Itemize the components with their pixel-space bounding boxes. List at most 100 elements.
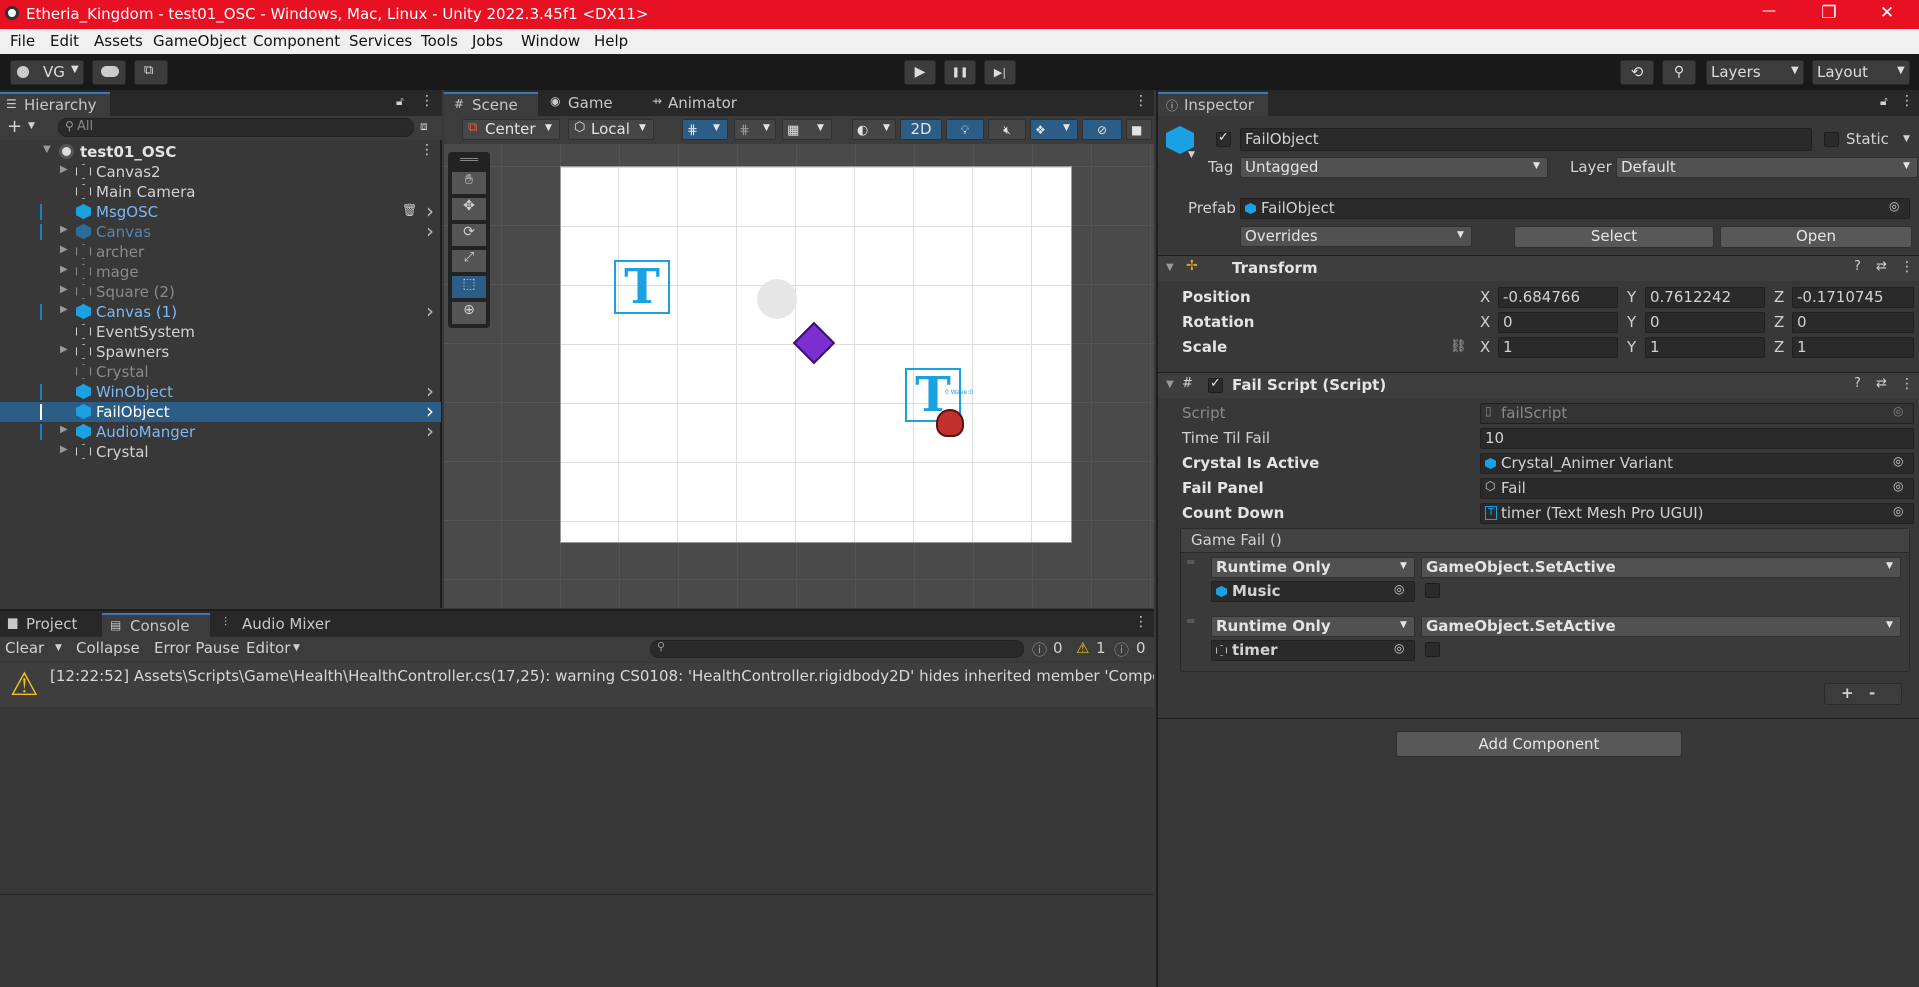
axis-z-label[interactable]: Z bbox=[1774, 313, 1784, 331]
expand-arrow-icon[interactable]: ▶ bbox=[60, 264, 68, 275]
menu-gameobject[interactable]: GameObject bbox=[153, 32, 247, 50]
rotation-x-input[interactable]: 0 bbox=[1498, 312, 1618, 333]
grid-snap-button[interactable]: ⋕ ▼ bbox=[682, 119, 728, 140]
hierarchy-item[interactable]: ▶ Crystal bbox=[0, 442, 441, 462]
hierarchy-item[interactable]: ▶ AudioManger › bbox=[0, 419, 441, 443]
pause-button[interactable]: ❚❚ bbox=[944, 60, 976, 85]
constrain-scale-icon[interactable]: ⛓︎ bbox=[1450, 339, 1467, 354]
static-checkbox[interactable] bbox=[1824, 132, 1839, 147]
expand-arrow-icon[interactable]: ▶ bbox=[60, 444, 68, 455]
expand-arrow-icon[interactable]: ▶ bbox=[60, 164, 68, 175]
more-icon[interactable]: ⋮ bbox=[1900, 93, 1914, 109]
hierarchy-item[interactable]: WinObject › bbox=[0, 379, 441, 403]
menu-help[interactable]: Help bbox=[594, 32, 628, 50]
more-icon[interactable]: ⋮ bbox=[420, 93, 434, 109]
chevron-down-icon[interactable]: ▼ bbox=[28, 121, 35, 131]
event-drag-handle[interactable]: ═ bbox=[1187, 614, 1194, 628]
scale-x-input[interactable]: 1 bbox=[1498, 337, 1618, 358]
info-count-icon[interactable]: ⓘ bbox=[1032, 639, 1047, 660]
step-button[interactable]: ▶| bbox=[984, 60, 1016, 85]
error-count-icon[interactable]: ⓘ bbox=[1114, 639, 1129, 660]
menu-edit[interactable]: Edit bbox=[50, 32, 79, 50]
event-drag-handle[interactable]: ═ bbox=[1187, 555, 1194, 569]
scene-viewport[interactable]: ✋︎ ✥ ⟳ ⤢ ⬚ ⊕ T T 0 Wave:0 bbox=[444, 144, 1154, 608]
remove-event-button[interactable]: - bbox=[1869, 684, 1875, 702]
menu-jobs[interactable]: Jobs bbox=[472, 32, 503, 50]
tab-hierarchy[interactable]: ☰ Hierarchy bbox=[0, 92, 110, 116]
space-dropdown[interactable]: ⬡ Local ▼ bbox=[568, 119, 654, 140]
console-search-input[interactable]: ⚲ bbox=[650, 640, 1024, 658]
position-y-input[interactable]: 0.7612242 bbox=[1645, 287, 1765, 308]
fail-script-header[interactable]: ▼ # Fail Script (Script) ? ⇄ ⋮ bbox=[1158, 372, 1919, 398]
tab-project[interactable]: ▆ Project bbox=[0, 615, 77, 639]
hierarchy-item[interactable]: ▶ Canvas › bbox=[0, 219, 441, 243]
lock-icon[interactable]: 🔓︎ bbox=[1880, 94, 1888, 109]
editor-dropdown[interactable]: Editor bbox=[246, 639, 290, 657]
hierarchy-item[interactable]: Main Camera bbox=[0, 182, 441, 202]
hierarchy-item[interactable]: FailObject › bbox=[0, 399, 441, 423]
transform-header[interactable]: ▼ ✢ Transform ? ⇄ ⋮ bbox=[1158, 255, 1919, 281]
menu-file[interactable]: File bbox=[10, 32, 35, 50]
event-mode-dropdown[interactable]: Runtime Only ▼ bbox=[1211, 557, 1415, 578]
crystal-is-active-field[interactable]: Crystal_Animer Variant ◎ bbox=[1480, 453, 1914, 474]
increment-snap-button[interactable]: ⋕ ▼ bbox=[734, 119, 776, 140]
scene-root-row[interactable]: ▼ test01_OSC ⋮ bbox=[0, 142, 441, 162]
target-icon[interactable]: ◎ bbox=[1394, 641, 1404, 655]
event-target-field[interactable]: Music ◎ bbox=[1211, 581, 1415, 602]
lighting-toggle[interactable]: 💡︎ bbox=[946, 119, 984, 140]
time-til-fail-input[interactable]: 10 bbox=[1480, 428, 1914, 449]
expand-arrow-icon[interactable]: ▶ bbox=[60, 304, 68, 315]
tab-animator[interactable]: ⇸ Animator bbox=[646, 94, 737, 118]
event-mode-dropdown[interactable]: Runtime Only ▼ bbox=[1211, 616, 1415, 637]
event-function-dropdown[interactable]: GameObject.SetActive ▼ bbox=[1421, 616, 1901, 637]
hierarchy-search-input[interactable]: ⚲ All bbox=[58, 118, 414, 137]
transform-tool-button[interactable]: ⊕ bbox=[452, 302, 486, 324]
axis-y-label[interactable]: Y bbox=[1627, 338, 1636, 356]
collab-button[interactable]: ⧉ bbox=[134, 60, 168, 85]
open-prefab-chevron-icon[interactable]: › bbox=[426, 419, 434, 443]
target-icon[interactable]: ◎ bbox=[1394, 582, 1404, 596]
position-x-input[interactable]: -0.684766 bbox=[1498, 287, 1618, 308]
open-prefab-chevron-icon[interactable]: › bbox=[426, 219, 434, 243]
scale-y-input[interactable]: 1 bbox=[1645, 337, 1765, 358]
script-enabled-checkbox[interactable] bbox=[1208, 376, 1223, 393]
expand-arrow-icon[interactable]: ▶ bbox=[60, 244, 68, 255]
tab-scene[interactable]: # Scene bbox=[444, 92, 538, 116]
add-component-button[interactable]: Add Component bbox=[1396, 731, 1682, 757]
target-icon[interactable]: ◎ bbox=[1893, 479, 1903, 493]
minimize-button[interactable]: — bbox=[1758, 3, 1780, 19]
event-target-field[interactable]: timer ◎ bbox=[1211, 640, 1415, 661]
expand-arrow-icon[interactable]: ▶ bbox=[60, 424, 68, 435]
tab-game[interactable]: ◉ Game bbox=[542, 94, 613, 118]
heart-sprite[interactable] bbox=[936, 409, 964, 437]
axis-x-label[interactable]: X bbox=[1480, 338, 1490, 356]
menu-component[interactable]: Component bbox=[253, 32, 340, 50]
preset-icon[interactable]: ⇄ bbox=[1876, 259, 1887, 274]
maximize-button[interactable]: ❐ bbox=[1818, 3, 1840, 23]
rect-tool-button[interactable]: ⬚ bbox=[452, 276, 486, 298]
axis-y-label[interactable]: Y bbox=[1627, 313, 1636, 331]
count-down-field[interactable]: T timer (Text Mesh Pro UGUI) ◎ bbox=[1480, 503, 1914, 524]
scale-tool-button[interactable]: ⤢ bbox=[452, 250, 486, 272]
event-bool-checkbox[interactable] bbox=[1425, 642, 1440, 657]
pivot-dropdown[interactable]: ⧉ Center ▼ bbox=[462, 119, 560, 140]
more-icon[interactable]: ⋮ bbox=[1134, 614, 1148, 630]
scene-filter-icon[interactable]: ⧈ bbox=[420, 119, 428, 134]
expand-arrow-icon[interactable]: ▶ bbox=[60, 284, 68, 295]
open-prefab-chevron-icon[interactable]: › bbox=[426, 299, 434, 323]
scale-z-input[interactable]: 1 bbox=[1792, 337, 1914, 358]
axis-z-label[interactable]: Z bbox=[1774, 338, 1784, 356]
target-icon[interactable]: ◎ bbox=[1893, 454, 1903, 468]
chevron-down-icon[interactable]: ▼ bbox=[293, 643, 300, 653]
expand-arrow-icon[interactable]: ▶ bbox=[60, 224, 68, 235]
lock-icon[interactable]: 🔓︎ bbox=[396, 94, 404, 109]
history-button[interactable]: ⟲ bbox=[1620, 60, 1654, 85]
rotation-y-input[interactable]: 0 bbox=[1645, 312, 1765, 333]
rotate-tool-button[interactable]: ⟳ bbox=[452, 224, 486, 246]
console-log-entry[interactable]: ⚠ [12:22:52] Assets\Scripts\Game\Health\… bbox=[0, 663, 1154, 707]
preset-icon[interactable]: ⇄ bbox=[1876, 376, 1887, 391]
axis-x-label[interactable]: X bbox=[1480, 313, 1490, 331]
tab-console[interactable]: ▤ Console bbox=[102, 613, 210, 637]
collapse-button[interactable]: Collapse bbox=[76, 639, 140, 657]
hierarchy-item[interactable]: ▶ Canvas2 bbox=[0, 162, 441, 182]
